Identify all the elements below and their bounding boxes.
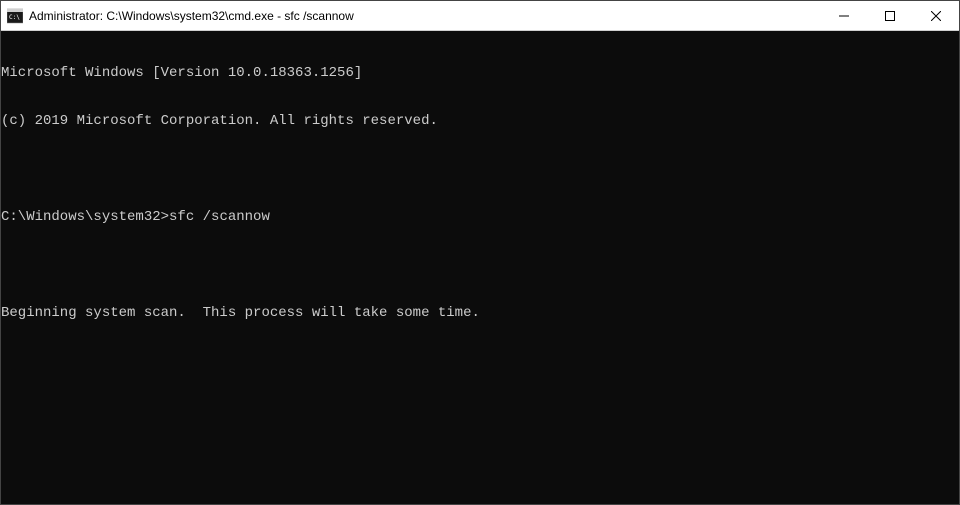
window-title: Administrator: C:\Windows\system32\cmd.e… xyxy=(29,9,821,23)
copyright-line: (c) 2019 Microsoft Corporation. All righ… xyxy=(1,113,959,129)
prompt-line: C:\Windows\system32>sfc /scannow xyxy=(1,209,959,225)
terminal-area[interactable]: Microsoft Windows [Version 10.0.18363.12… xyxy=(1,31,959,504)
cmd-icon: C:\ xyxy=(7,8,23,24)
output-line: Beginning system scan. This process will… xyxy=(1,305,959,321)
prompt-text: C:\Windows\system32> xyxy=(1,209,169,225)
close-button[interactable] xyxy=(913,1,959,30)
cmd-window: C:\ Administrator: C:\Windows\system32\c… xyxy=(0,0,960,505)
blank-line xyxy=(1,257,959,273)
blank-line xyxy=(1,161,959,177)
command-text: sfc /scannow xyxy=(169,209,270,225)
window-controls xyxy=(821,1,959,30)
minimize-button[interactable] xyxy=(821,1,867,30)
maximize-button[interactable] xyxy=(867,1,913,30)
titlebar[interactable]: C:\ Administrator: C:\Windows\system32\c… xyxy=(1,1,959,31)
version-line: Microsoft Windows [Version 10.0.18363.12… xyxy=(1,65,959,81)
svg-text:C:\: C:\ xyxy=(9,14,20,21)
